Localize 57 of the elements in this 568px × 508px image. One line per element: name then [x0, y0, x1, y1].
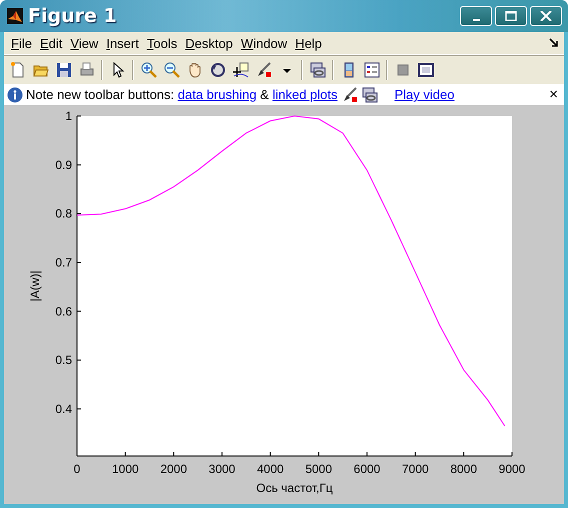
x-tick-label: 1000 — [112, 462, 139, 476]
y-tick-label: 0.7 — [55, 255, 72, 270]
menu-item[interactable]: File — [7, 36, 36, 50]
x-tick-label: 5000 — [305, 462, 332, 476]
info-icon — [7, 86, 23, 102]
x-tick-label: 0 — [74, 462, 80, 476]
save-icon[interactable] — [56, 62, 72, 78]
link-plot-icon — [362, 86, 378, 102]
link[interactable]: data brushing — [178, 87, 257, 102]
zoom-out-icon[interactable] — [164, 62, 180, 78]
printer-icon[interactable] — [78, 62, 94, 78]
data-cursor-icon[interactable] — [232, 62, 248, 78]
new-file-icon[interactable] — [10, 62, 26, 78]
zoom-in-icon[interactable] — [140, 62, 156, 78]
menu-item[interactable]: Tools — [142, 36, 182, 50]
y-tick-label: 1 — [65, 109, 72, 123]
y-tick-label: 0.5 — [55, 353, 72, 368]
x-tick-label: 7000 — [402, 462, 429, 476]
x-axis-label: Ось частот,Гц — [256, 481, 333, 495]
menu-item[interactable]: Edit — [36, 36, 66, 50]
minimize-button[interactable] — [460, 6, 492, 26]
menu-item[interactable]: Desktop — [181, 36, 237, 50]
close-button[interactable] — [530, 6, 562, 26]
legend-icon[interactable] — [364, 62, 380, 78]
y-axis-label: |A(w)| — [28, 270, 42, 302]
brush-icon[interactable] — [256, 62, 272, 78]
y-tick-label: 0.4 — [55, 402, 72, 416]
menu-item[interactable]: Help — [291, 36, 326, 50]
video-link[interactable]: Play video — [394, 87, 454, 102]
x-tick-label: 2000 — [160, 462, 188, 476]
close-icon — [540, 11, 552, 21]
y-tick-label: 0.8 — [55, 206, 72, 221]
minimize-icon — [472, 19, 480, 21]
x-tick-label: 8000 — [450, 462, 478, 476]
link[interactable]: linked plots — [272, 87, 338, 102]
link-plot-icon[interactable] — [310, 62, 326, 78]
notification-text: Note new toolbar buttons: data brushing & linked plots — [26, 87, 338, 102]
x-tick-label: 3000 — [208, 462, 236, 476]
x-tick-label: 4000 — [256, 462, 284, 476]
x-tick-label: 6000 — [354, 462, 380, 476]
hand-icon[interactable] — [186, 62, 202, 78]
maximize-icon — [505, 11, 517, 21]
maximize-button[interactable] — [495, 6, 527, 26]
close-button[interactable]: × — [549, 86, 558, 103]
logo-icon — [7, 8, 23, 24]
y-tick-label: 0.9 — [55, 158, 72, 172]
menu-item[interactable]: Insert — [102, 36, 143, 50]
menu-item[interactable]: Window — [236, 36, 292, 50]
square-icon[interactable] — [394, 62, 410, 78]
window-title: Figure 1 — [28, 5, 118, 27]
rotate-icon[interactable] — [210, 62, 226, 78]
brush-icon — [342, 86, 358, 102]
dock-arrow-icon[interactable] — [549, 38, 559, 48]
menu-item[interactable]: View — [66, 36, 102, 50]
window-frame-icon[interactable] — [418, 62, 434, 78]
y-tick-label: 0.6 — [55, 304, 72, 318]
x-tick-label: 9000 — [498, 462, 526, 476]
